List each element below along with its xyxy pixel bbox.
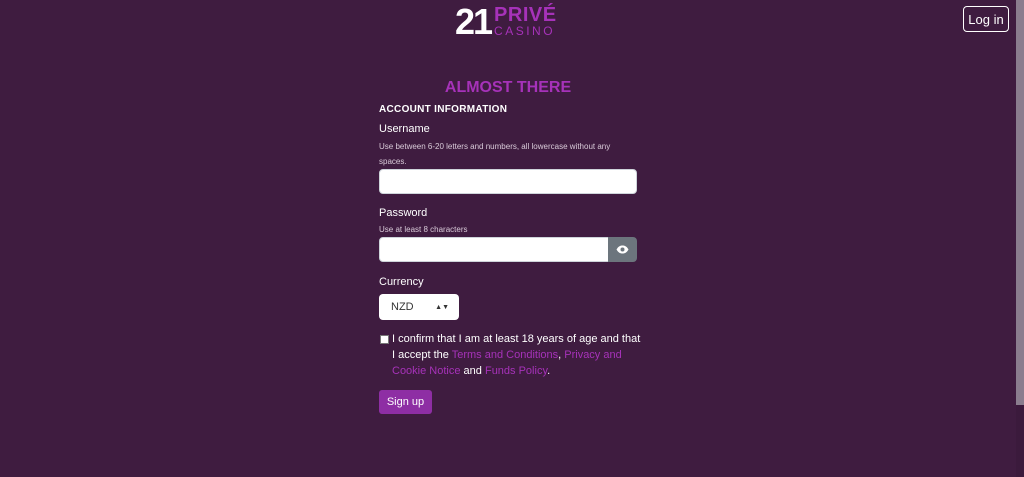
password-input[interactable] [379, 237, 609, 262]
terms-text: I confirm that I am at least 18 years of… [392, 331, 642, 379]
password-label: Password [379, 207, 428, 219]
terms-sep: , [558, 349, 562, 361]
signup-button[interactable]: Sign up [379, 390, 432, 414]
currency-select[interactable]: NZD ▲▼ [379, 294, 459, 320]
terms-and: and [463, 365, 482, 377]
username-input[interactable] [379, 169, 637, 194]
password-hint: Use at least 8 characters [379, 225, 468, 234]
currency-label: Currency [379, 276, 424, 288]
age-confirm-checkbox[interactable] [380, 335, 389, 344]
login-button[interactable]: Log in [963, 6, 1009, 32]
page-title: ALMOST THERE [444, 79, 572, 96]
terms-conditions-link[interactable]: Terms and Conditions [452, 349, 558, 361]
select-caret-icon: ▲▼ [435, 303, 449, 311]
logo-number: 21 [455, 1, 493, 42]
eye-icon [616, 245, 629, 254]
logo-wordmark: PRIVÉ CASINO [494, 5, 557, 37]
section-heading: ACCOUNT INFORMATION [379, 104, 508, 115]
funds-policy-link[interactable]: Funds Policy [485, 365, 547, 377]
logo[interactable]: 21 PRIVÉ CASINO [455, 1, 557, 42]
logo-casino: CASINO [494, 24, 556, 38]
logo-prive: PRIVÉ [494, 4, 557, 26]
scrollbar-thumb[interactable] [1016, 0, 1024, 405]
show-password-button[interactable] [608, 237, 637, 262]
username-label: Username [379, 123, 430, 135]
terms-end: . [547, 365, 551, 377]
currency-value: NZD [391, 301, 414, 313]
username-hint: Use between 6-20 letters and numbers, al… [379, 142, 611, 166]
